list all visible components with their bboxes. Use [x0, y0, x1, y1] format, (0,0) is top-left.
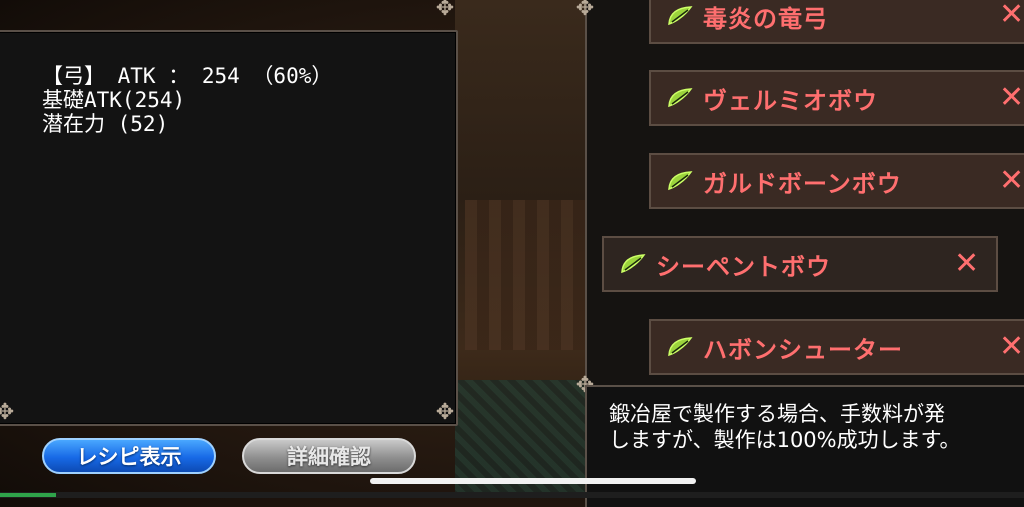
list-item[interactable]: ガルドボーンボウ ✕: [649, 153, 1024, 209]
detail-check-button[interactable]: 詳細確認: [242, 438, 416, 474]
bow-icon: [665, 166, 695, 196]
corner-ornament-icon: ✥: [0, 400, 15, 425]
close-icon[interactable]: ✕: [954, 249, 979, 279]
base-atk-line: 基礎ATK(254): [42, 88, 186, 112]
list-item-label: ヴェルミオボウ: [703, 86, 878, 115]
bow-icon: [665, 332, 695, 362]
list-item[interactable]: ヴェルミオボウ ✕: [649, 70, 1024, 126]
description-panel: 鍛冶屋で製作する場合、手数料が発 しますが、製作は100%成功します。: [585, 385, 1024, 507]
home-indicator[interactable]: [370, 478, 696, 484]
corner-ornament-icon: ✥: [435, 400, 455, 425]
description-line: 鍛冶屋で製作する場合、手数料が発: [609, 402, 945, 426]
list-item-label: ハボンシューター: [703, 335, 903, 364]
close-icon[interactable]: ✕: [999, 166, 1024, 196]
show-recipe-button[interactable]: レシピ表示: [42, 438, 216, 474]
list-item[interactable]: ハボンシューター ✕: [649, 319, 1024, 375]
list-item-label: シーペントボウ: [656, 252, 831, 281]
progress-bar: [0, 492, 1024, 498]
list-item[interactable]: 毒炎の竜弓 ✕: [649, 0, 1024, 44]
list-item-label: ガルドボーンボウ: [703, 169, 902, 198]
potential-line: 潜在力 (52): [42, 112, 169, 136]
list-item-selected[interactable]: シーペントボウ ✕: [602, 236, 998, 292]
bow-icon: [665, 83, 695, 113]
atk-line: 【弓】 ATK ： 254 （60%）: [42, 64, 333, 88]
close-icon[interactable]: ✕: [999, 83, 1024, 113]
bow-icon: [618, 249, 648, 279]
corner-ornament-icon: ✥: [575, 0, 595, 21]
weapon-list-panel: 毒炎の竜弓 ✕ ヴェルミオボウ ✕ ガルドボーンボウ ✕ シーペントボウ ✕ ハ…: [585, 0, 1024, 390]
list-item-label: 毒炎の竜弓: [703, 4, 828, 33]
description-line: しますが、製作は100%成功します。: [609, 428, 961, 452]
bow-icon: [665, 1, 695, 31]
progress-fill: [0, 493, 57, 497]
close-icon[interactable]: ✕: [999, 332, 1024, 362]
close-icon[interactable]: ✕: [999, 0, 1024, 30]
weapon-stats-panel: 【弓】 ATK ： 254 （60%） 基礎ATK(254) 潜在力 (52): [0, 30, 458, 426]
corner-ornament-icon: ✥: [435, 0, 455, 21]
